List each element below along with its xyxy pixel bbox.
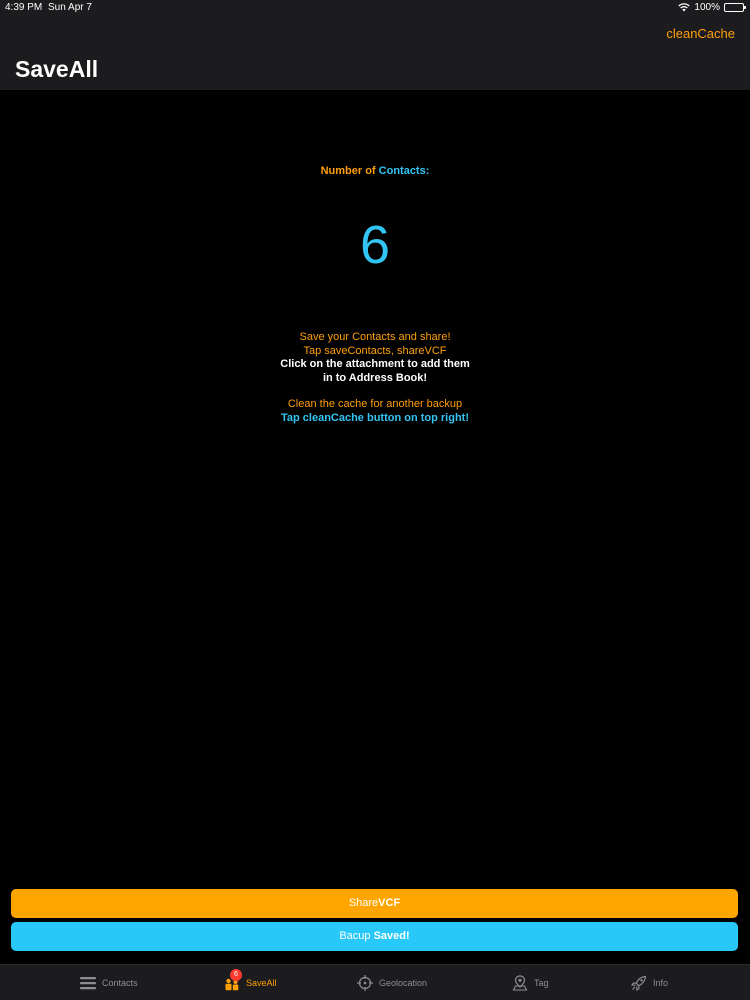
contacts-count-value: 6 [359, 215, 391, 275]
instruction-line: Tap cleanCache button on top right! [280, 411, 469, 424]
crosshair-icon [357, 975, 373, 991]
share-button-label-bold: VCF [378, 897, 401, 909]
rocket-icon [631, 975, 647, 991]
tab-label: Geolocation [379, 978, 428, 988]
people-icon: 6 [224, 969, 242, 991]
status-indicators: 100% [678, 2, 746, 13]
status-time: 4:39 PM [5, 2, 43, 13]
instruction-line: Click on the attachment to add them [280, 358, 470, 370]
instruction-line: Tap saveContacts, shareVCF [303, 344, 447, 357]
status-bar: 4:39 PM Sun Apr 7 100% [0, 0, 750, 16]
instruction-line: in to Address Book! [322, 371, 428, 384]
clean-cache-button[interactable]: cleanCache [666, 26, 735, 41]
tab-contacts[interactable]: Contacts [80, 965, 138, 1000]
navigation-header: 4:39 PM Sun Apr 7 100% cleanCache SaveAl… [0, 0, 750, 90]
count-label-prefix: Number of [320, 165, 376, 177]
page-title: SaveAll [15, 56, 99, 82]
battery-icon [724, 3, 746, 12]
wifi-icon [678, 3, 691, 12]
instruction-line: Clean the cache for another backup [287, 398, 463, 410]
battery-percent: 100% [694, 2, 720, 13]
tab-label: Info [653, 978, 669, 988]
list-icon [80, 976, 96, 990]
instructions-text: Save your Contacts and share! Tap saveCo… [0, 331, 750, 425]
tab-label: Contacts [102, 978, 138, 988]
backup-button-label-bold: Saved! [373, 930, 410, 942]
status-date: Sun Apr 7 [48, 2, 92, 13]
tab-tag[interactable]: Tag [512, 965, 549, 1000]
tab-label: SaveAll [246, 978, 277, 988]
tab-bar: Contacts 6 SaveAll Geolocation Tag Info [0, 964, 750, 1000]
main-content: Number of Contacts: 6 Save your Contacts… [0, 90, 750, 964]
tab-badge: 6 [230, 969, 242, 981]
count-label-suffix: Contacts: [378, 165, 430, 177]
tab-label: Tag [534, 978, 549, 988]
tab-info[interactable]: Info [631, 965, 668, 1000]
backup-button[interactable]: Bacup Saved! [11, 922, 738, 951]
map-pin-icon [512, 975, 528, 991]
instruction-line: Save your Contacts and share! [299, 331, 451, 343]
tab-geolocation[interactable]: Geolocation [357, 965, 427, 1000]
contacts-count-label: Number of Contacts: [0, 165, 750, 177]
tab-saveall[interactable]: 6 SaveAll [224, 965, 277, 1000]
share-vcf-button[interactable]: ShareVCF [11, 889, 738, 918]
share-button-label-prefix: Share [348, 897, 379, 909]
backup-button-label-prefix: Bacup [339, 930, 371, 942]
